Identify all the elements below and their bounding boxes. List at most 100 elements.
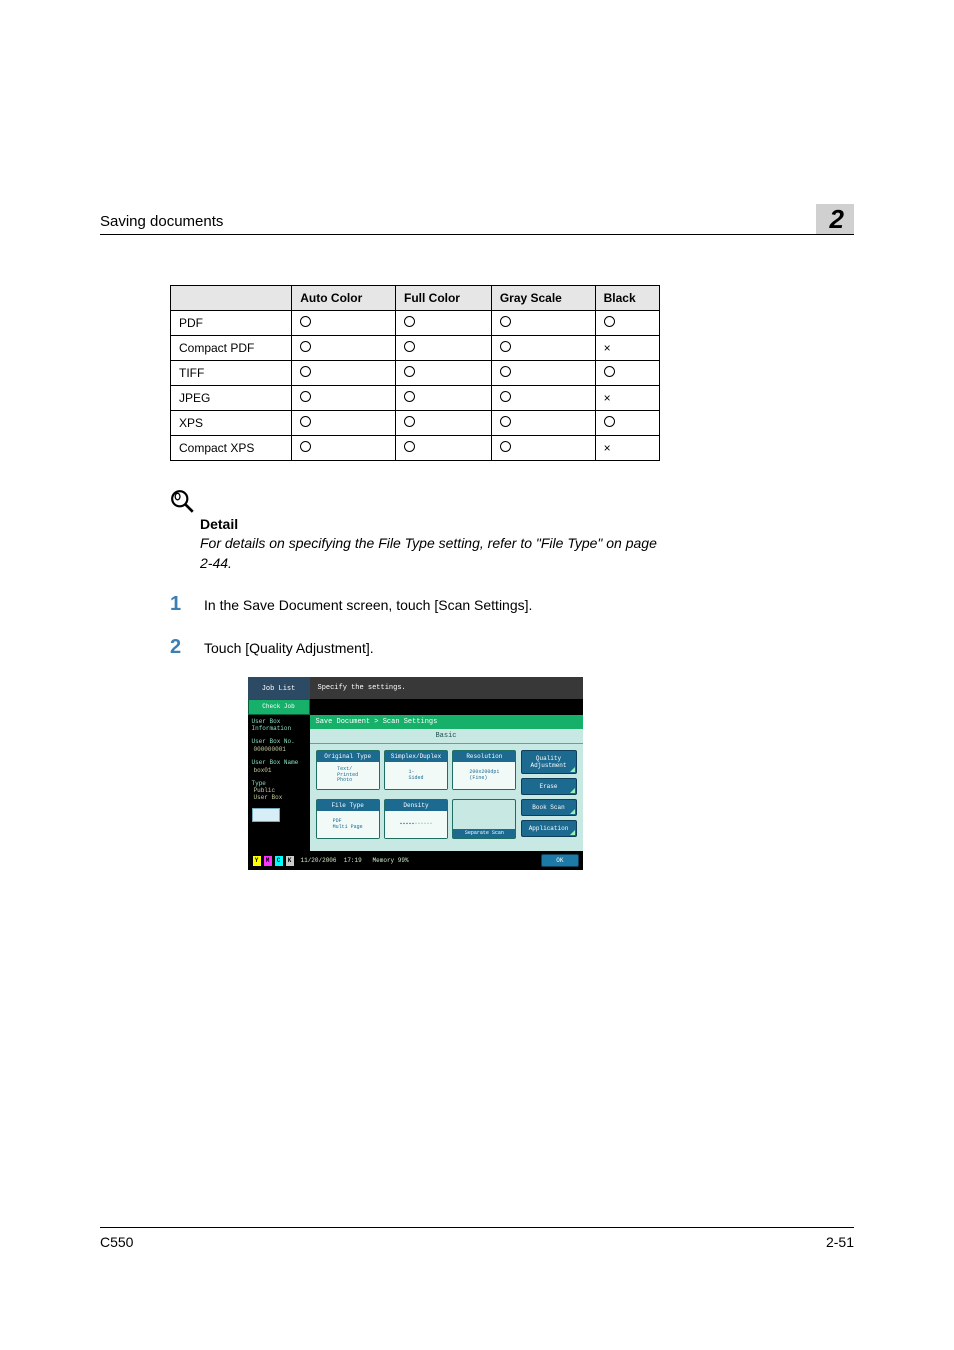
row-name: XPS [171,411,292,436]
support-cell [395,361,491,386]
book-scan-button[interactable]: Book Scan [521,799,577,816]
side-type-label: Type [252,781,306,788]
table-row: Compact XPS × [171,436,660,461]
detail-magnifier-icon [170,502,196,519]
footer-date: 11/20/2006 [301,857,337,864]
application-button[interactable]: Application [521,820,577,837]
simplex-duplex-button[interactable]: Simplex/Duplex 1- Sided [384,750,448,790]
side-info-label: User Box Information [252,719,306,733]
step-number-1: 1 [170,593,204,616]
support-cell [395,311,491,336]
quality-adjustment-button[interactable]: Quality Adjustment [521,750,577,774]
support-cell [292,311,396,336]
separate-scan-button[interactable]: Separate Scan [452,799,516,839]
density-label: Density [385,800,447,811]
supported-icon [300,366,311,377]
tab-basic[interactable]: Basic [310,729,583,744]
page-number: 2-51 [826,1234,854,1250]
col-gray-scale: Gray Scale [491,286,595,311]
supported-icon [500,366,511,377]
support-cell [595,311,659,336]
side-box-name-label: User Box Name [252,760,306,767]
chapter-number-badge: 2 [816,204,854,234]
side-type: Public User Box [254,788,306,802]
table-corner [171,286,292,311]
resolution-button[interactable]: Resolution 200x200dpi (Fine) [452,750,516,790]
table-row: PDF [171,311,660,336]
col-auto-color: Auto Color [292,286,396,311]
side-box-no: 000000001 [254,747,306,754]
support-cell [491,336,595,361]
support-cell [395,411,491,436]
supported-icon [300,416,311,427]
support-cell [292,336,396,361]
model-number: C550 [100,1234,133,1250]
erase-button[interactable]: Erase [521,778,577,795]
supported-icon [500,441,511,452]
density-value: ▪▪▪▪▪▫▫▫▫▫▫ [385,811,447,838]
file-type-value: PDF Multi Page [317,811,379,838]
row-name: PDF [171,311,292,336]
side-legend-icon [252,808,280,822]
col-black: Black [595,286,659,311]
supported-icon [300,391,311,402]
support-cell [292,411,396,436]
original-type-button[interactable]: Original Type Text/ Printed Photo [316,750,380,790]
table-row: JPEG× [171,386,660,411]
density-button[interactable]: Density ▪▪▪▪▪▫▫▫▫▫▫ [384,799,448,839]
row-name: Compact PDF [171,336,292,361]
supported-icon [404,341,415,352]
supported-icon [404,441,415,452]
footer-memory-label: Memory [373,857,395,864]
supported-icon [604,416,615,427]
support-cell [491,386,595,411]
supported-icon [404,391,415,402]
resolution-label: Resolution [453,751,515,762]
col-full-color: Full Color [395,286,491,311]
file-type-color-table: Auto Color Full Color Gray Scale Black P… [170,285,660,461]
support-cell [395,436,491,461]
support-cell [491,411,595,436]
support-cell [292,361,396,386]
toner-indicator: YMCK [252,855,295,867]
table-row: XPS [171,411,660,436]
supported-icon [404,316,415,327]
supported-icon [500,316,511,327]
table-row: Compact PDF× [171,336,660,361]
row-name: JPEG [171,386,292,411]
support-cell [395,386,491,411]
support-cell [491,361,595,386]
step-text-2: Touch [Quality Adjustment]. [204,638,374,659]
supported-icon [404,416,415,427]
check-job-button[interactable]: Check Job [248,699,310,715]
support-cell: × [595,436,659,461]
section-title: Saving documents [100,213,223,230]
file-type-button[interactable]: File Type PDF Multi Page [316,799,380,839]
screen-title: Specify the settings. [310,677,583,699]
original-type-value: Text/ Printed Photo [317,762,379,789]
step-number-2: 2 [170,636,204,659]
support-cell [491,311,595,336]
support-cell [595,411,659,436]
support-cell [491,436,595,461]
support-cell [395,336,491,361]
table-row: TIFF [171,361,660,386]
job-list-tab[interactable]: Job List [248,677,310,699]
support-cell [292,436,396,461]
support-cell [595,361,659,386]
supported-icon [404,366,415,377]
supported-icon [500,416,511,427]
row-name: Compact XPS [171,436,292,461]
side-box-name: box01 [254,768,306,775]
footer-memory: 99% [398,857,409,864]
footer-time: 17:19 [344,857,362,864]
support-cell [292,386,396,411]
ok-button[interactable]: OK [541,854,578,867]
resolution-value: 200x200dpi (Fine) [453,762,515,789]
supported-icon [500,341,511,352]
side-box-no-label: User Box No. [252,739,306,746]
separate-scan-label: Separate Scan [453,829,515,839]
simplex-duplex-value: 1- Sided [385,762,447,789]
supported-icon [300,341,311,352]
supported-icon [604,366,615,377]
